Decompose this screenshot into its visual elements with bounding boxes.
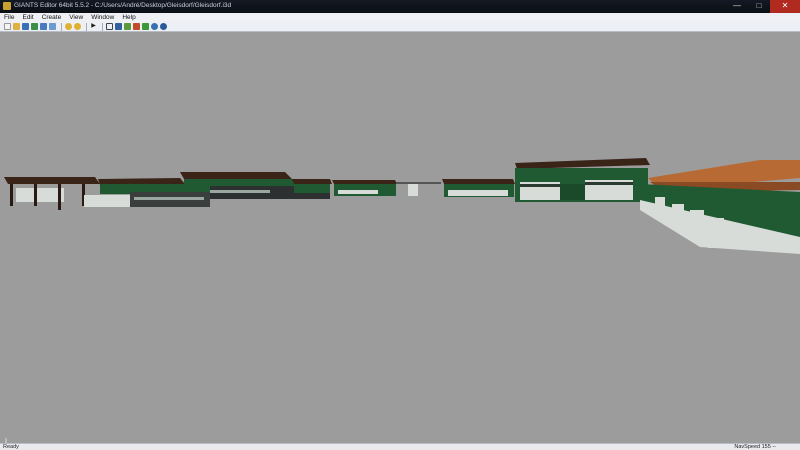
menu-file[interactable]: File xyxy=(0,13,18,22)
select-icon[interactable] xyxy=(106,23,113,30)
giants-app-icon xyxy=(3,2,11,10)
menu-edit[interactable]: Edit xyxy=(18,13,37,22)
save-icon[interactable] xyxy=(22,23,29,30)
status-text: Ready xyxy=(3,444,19,450)
export-icon[interactable] xyxy=(40,23,47,30)
3d-viewport[interactable] xyxy=(0,32,800,446)
terrain-icon[interactable] xyxy=(124,23,131,30)
center-buildings xyxy=(332,179,515,197)
play-icon[interactable]: ▶ xyxy=(90,23,97,30)
paint-icon[interactable] xyxy=(133,23,140,30)
undo-icon[interactable] xyxy=(65,23,72,30)
import-icon[interactable] xyxy=(49,23,56,30)
nav-speed-readout: NavSpeed 155 -- xyxy=(734,444,776,450)
close-button[interactable]: ✕ xyxy=(770,0,800,13)
minimize-button[interactable]: — xyxy=(726,0,748,13)
window-title: GIANTS Editor 64bit 5.5.2 - C:/Users/And… xyxy=(14,2,232,9)
open-file-icon[interactable] xyxy=(13,23,20,30)
new-file-icon[interactable] xyxy=(4,23,11,30)
middle-left-barns xyxy=(84,172,332,207)
menu-help[interactable]: Help xyxy=(118,13,139,22)
menu-create[interactable]: Create xyxy=(38,13,66,22)
move-icon[interactable] xyxy=(115,23,122,30)
title-bar: GIANTS Editor 64bit 5.5.2 - C:/Users/And… xyxy=(0,0,800,13)
toolbar-separator xyxy=(102,22,103,31)
save-copy-icon[interactable] xyxy=(31,23,38,30)
toolbar-separator xyxy=(61,22,62,31)
maximize-button[interactable]: □ xyxy=(748,0,770,13)
menu-view[interactable]: View xyxy=(65,13,87,22)
large-barn xyxy=(515,158,650,202)
foliage-icon[interactable] xyxy=(142,23,149,30)
refresh-icon[interactable] xyxy=(160,23,167,30)
menu-window[interactable]: Window xyxy=(87,13,118,22)
toolbar-separator xyxy=(86,22,87,31)
redo-icon[interactable] xyxy=(74,23,81,30)
settings-icon[interactable] xyxy=(151,23,158,30)
toolbar: ▶ xyxy=(0,22,800,32)
scene-render xyxy=(4,158,800,254)
status-bar: Ready NavSpeed 155 -- xyxy=(0,443,800,450)
right-barn xyxy=(640,160,800,254)
menu-bar: File Edit Create View Window Help xyxy=(0,13,800,22)
